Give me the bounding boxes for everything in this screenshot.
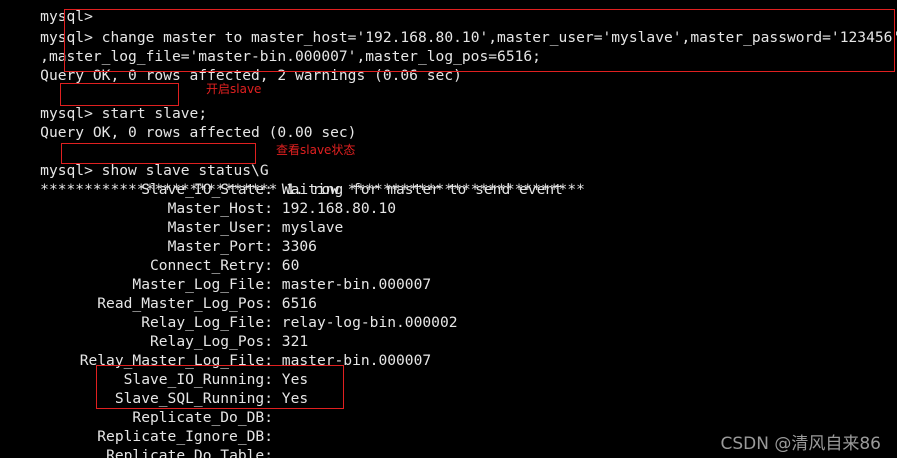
annotation-start-slave: 开启slave xyxy=(206,82,262,96)
status-field-row: Replicate_Do_Table: xyxy=(5,446,282,458)
field-name: Master_Host: xyxy=(167,200,273,217)
field-name: Relay_Log_Pos: xyxy=(149,333,273,350)
status-field-row: Master_Host: 192.168.80.10 xyxy=(5,199,396,218)
highlight-box-start-slave xyxy=(60,83,179,106)
field-value: 3306 xyxy=(281,238,317,255)
query-result-line: Query OK, 0 rows affected (0.00 sec) xyxy=(5,104,356,141)
status-field-row: Slave_IO_State: Waiting for master to se… xyxy=(5,180,563,199)
highlight-box-running-status xyxy=(96,365,344,409)
status-field-row: Relay_Log_File: relay-log-bin.000002 xyxy=(5,313,458,332)
field-name: Master_Log_File: xyxy=(132,276,273,293)
field-value: 6516 xyxy=(281,295,317,312)
status-field-row: Replicate_Do_DB: xyxy=(5,408,282,427)
status-field-row: Master_User: myslave xyxy=(5,218,344,237)
field-name: Relay_Log_File: xyxy=(141,314,273,331)
highlight-box-change-master xyxy=(64,9,895,72)
field-name: Connect_Retry: xyxy=(149,257,273,274)
field-name: Master_User: xyxy=(167,219,273,236)
field-value: master-bin.000007 xyxy=(281,276,432,293)
field-name: Replicate_Do_Table: xyxy=(106,447,273,458)
result-text: Query OK, 0 rows affected (0.00 sec) xyxy=(40,124,357,141)
field-name: Master_Port: xyxy=(167,238,273,255)
field-value: 192.168.80.10 xyxy=(281,200,397,217)
status-field-row: Connect_Retry: 60 xyxy=(5,256,299,275)
status-field-row: Read_Master_Log_Pos: 6516 xyxy=(5,294,317,313)
field-value: 321 xyxy=(281,333,309,350)
partial-prompt-line: mysql> xyxy=(5,0,93,25)
terminal-window[interactable]: mysql> mysql> change master to master_ho… xyxy=(0,0,897,458)
highlight-box-show-status xyxy=(61,143,256,164)
field-value: myslave xyxy=(281,219,344,236)
field-name: Read_Master_Log_Pos: xyxy=(97,295,273,312)
field-value: Waiting for master to send event xyxy=(281,181,563,198)
watermark: CSDN @清风自来86 xyxy=(720,434,881,454)
field-value: 60 xyxy=(281,257,300,274)
annotation-show-status: 查看slave状态 xyxy=(276,143,356,157)
status-field-row: Master_Log_File: master-bin.000007 xyxy=(5,275,431,294)
field-value: relay-log-bin.000002 xyxy=(281,314,458,331)
status-field-row: Replicate_Ignore_DB: xyxy=(5,427,282,446)
status-field-row: Master_Port: 3306 xyxy=(5,237,317,256)
field-name: Replicate_Ignore_DB: xyxy=(97,428,273,445)
status-field-row: Relay_Log_Pos: 321 xyxy=(5,332,308,351)
field-name: Slave_IO_State: xyxy=(141,181,273,198)
field-name: Replicate_Do_DB: xyxy=(132,409,273,426)
